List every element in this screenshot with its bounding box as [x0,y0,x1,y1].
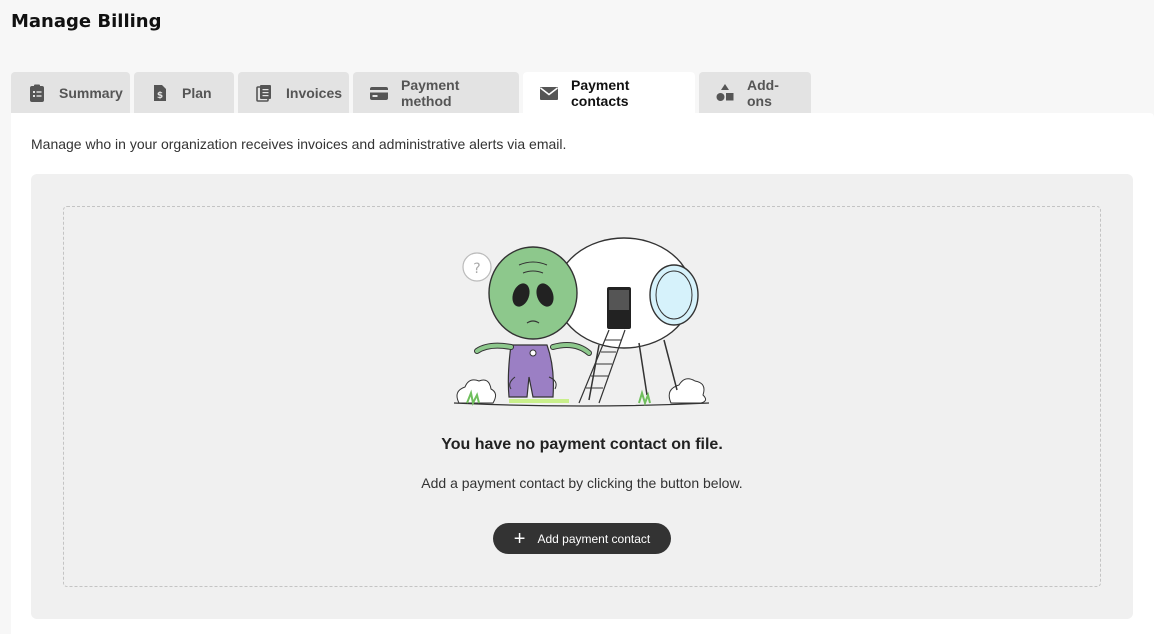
documents-icon [254,83,274,103]
clipboard-list-icon [27,83,47,103]
plus-icon: + [513,527,526,550]
add-payment-contact-label: Add payment contact [537,531,651,546]
tab-bar: Summary $ Plan Invoices Payment method P… [11,72,811,113]
tab-invoices[interactable]: Invoices [238,72,349,113]
empty-state-title: You have no payment contact on file. [441,436,723,453]
svg-text:$: $ [157,91,163,101]
envelope-icon [539,83,559,103]
tab-label: Plan [182,84,212,101]
tab-label: Summary [59,84,123,101]
tab-label: Payment method [401,76,460,109]
page-title: Manage Billing [11,11,162,32]
alien-illustration: ? [453,237,710,407]
shapes-icon [715,83,735,103]
dollar-document-icon: $ [150,83,170,103]
tab-label: Payment contacts [571,76,630,109]
tab-plan[interactable]: $ Plan [134,72,234,113]
empty-state: ? You have no payment contact on file. A… [31,174,1133,619]
empty-state-dropzone: ? You have no payment contact on file. A… [63,206,1101,587]
tab-label: Add-ons [747,76,779,109]
payment-contacts-panel: Manage who in your organization receives… [11,113,1154,634]
tab-payment-method[interactable]: Payment method [353,72,519,113]
tab-summary[interactable]: Summary [11,72,130,113]
tab-payment-contacts[interactable]: Payment contacts [523,72,695,113]
add-payment-contact-button[interactable]: + Add payment contact [493,523,671,554]
panel-description: Manage who in your organization receives… [31,136,567,152]
svg-text:?: ? [473,261,480,277]
tab-add-ons[interactable]: Add-ons [699,72,811,113]
empty-state-subtitle: Add a payment contact by clicking the bu… [421,475,743,491]
credit-card-icon [369,83,389,103]
tab-label: Invoices [286,84,343,101]
